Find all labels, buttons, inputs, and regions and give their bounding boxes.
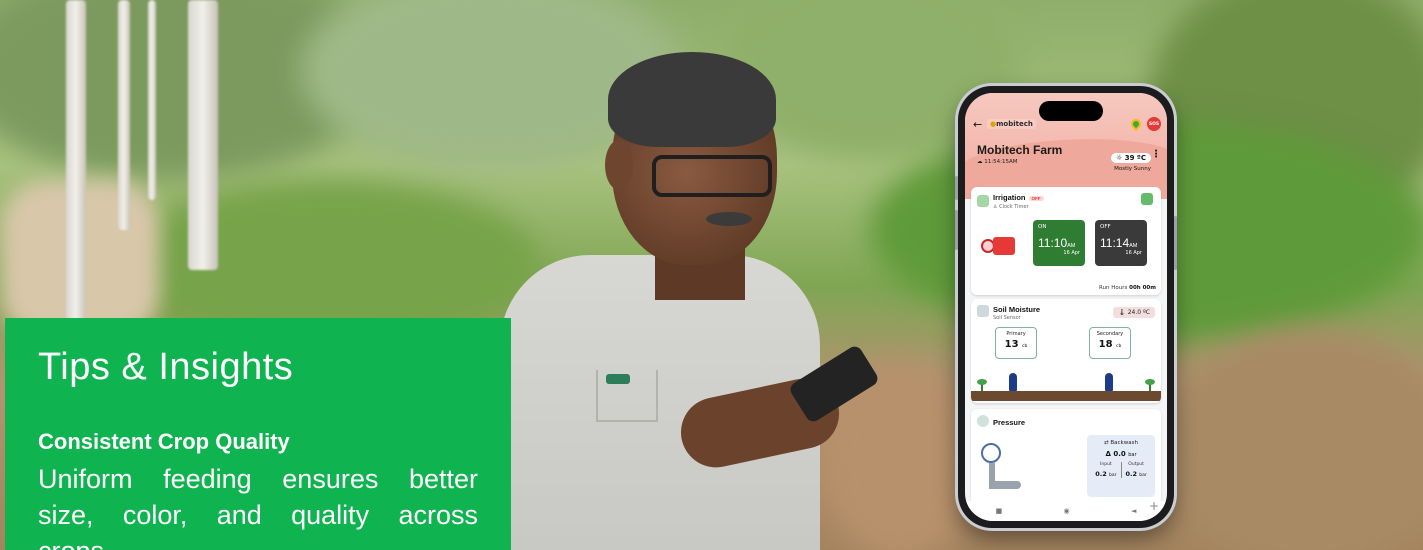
map-pin-icon[interactable]: [1128, 116, 1144, 132]
off-label: OFF: [1100, 224, 1111, 230]
farm-name: Mobitech Farm: [977, 143, 1063, 157]
dynamic-island: [1039, 101, 1103, 121]
app-screen: ← ●mobitech SOS Mobitech Farm ☁ 11:54:15…: [965, 93, 1167, 521]
tips-panel: Tips & Insights Consistent Crop Quality …: [5, 318, 511, 550]
on-label: ON: [1038, 224, 1047, 230]
soil-strip: [971, 391, 1161, 401]
thermometer-icon: 🌡: [1118, 309, 1126, 316]
off-time: 11:14: [1100, 236, 1130, 250]
secondary-value: 18: [1098, 339, 1113, 350]
pressure-icon: [977, 415, 989, 427]
irrigation-title: Irrigation: [993, 193, 1026, 202]
off-timer-box[interactable]: OFF 11:14AM 16 Apr: [1095, 220, 1147, 266]
run-hours: Run Hours 00h 00m: [1098, 285, 1156, 291]
on-date: 16 Apr: [1063, 250, 1080, 256]
add-icon[interactable]: +: [1149, 499, 1159, 513]
android-nav-bar: ■ ◉ ◄: [965, 501, 1167, 521]
irrigation-icon: [977, 195, 989, 207]
weather-description: Mostly Sunny: [1114, 166, 1151, 172]
tips-body: Uniform feeding ensures better size, col…: [38, 464, 478, 550]
primary-unit: cb: [1022, 344, 1028, 349]
on-ampm: AM: [1067, 243, 1076, 249]
soil-title: Soil Moisture: [993, 305, 1041, 314]
irrigation-status-badge: OFF: [1028, 195, 1044, 201]
soil-moisture-card[interactable]: Soil Moisture Soil Sensor 🌡 24.0 ºC Prim…: [971, 299, 1161, 403]
backwash-panel[interactable]: ⇄ Backwash Δ 0.0 bar Input 0.2 bar Outpu…: [1087, 435, 1155, 497]
primary-value: 13: [1004, 339, 1019, 350]
output-value: 0.2: [1125, 470, 1138, 478]
delta-icon: Δ: [1105, 450, 1111, 458]
input-value: 0.2: [1095, 470, 1107, 478]
off-ampm: AM: [1129, 243, 1138, 249]
phone-mockup: ← ●mobitech SOS Mobitech Farm ☁ 11:54:15…: [955, 86, 1177, 528]
on-timer-box[interactable]: ON 11:10AM 16 Apr: [1033, 220, 1085, 266]
tips-title: Tips & Insights: [38, 346, 294, 388]
pressure-title: Pressure: [993, 418, 1026, 427]
back-nav-icon[interactable]: ◄: [1131, 507, 1136, 515]
home-icon[interactable]: ◉: [1064, 507, 1070, 515]
soil-sensor-icon: [977, 305, 989, 317]
soil-subtitle: Soil Sensor: [993, 315, 1021, 321]
on-time: 11:10: [1038, 236, 1068, 250]
sprinkler-icon: [1105, 373, 1113, 391]
more-menu-icon[interactable]: ⋮: [1151, 149, 1161, 160]
off-date: 16 Apr: [1125, 250, 1142, 256]
sos-button[interactable]: SOS: [1147, 117, 1161, 131]
weather-widget: ☼ 39 ºC Mostly Sunny: [1095, 145, 1151, 172]
sprinkler-icon: [1009, 373, 1017, 391]
primary-label: Primary: [1006, 331, 1026, 337]
pressure-card[interactable]: Pressure ⇄ Backwash Δ 0.0 bar Input 0.2 …: [971, 409, 1161, 505]
irrigation-mode: Clock Timer: [999, 204, 1029, 210]
input-label: Input: [1100, 462, 1112, 467]
plant-icon: [1145, 379, 1155, 391]
backwash-icon: ⇄: [1104, 440, 1109, 446]
tips-subtitle: Consistent Crop Quality: [38, 429, 290, 454]
cloud-icon: ☁: [977, 159, 983, 165]
soil-temp-chip: 🌡 24.0 ºC: [1113, 307, 1155, 318]
back-arrow-icon[interactable]: ←: [973, 118, 987, 131]
plant-icon: [977, 379, 987, 391]
mobitech-logo: ●mobitech: [987, 119, 1036, 129]
recents-icon[interactable]: ■: [996, 507, 1003, 515]
output-label: Output: [1128, 462, 1144, 467]
weather-icon: ☼: [1116, 154, 1123, 162]
farm-time: ☁ 11:54:15AM: [977, 159, 1018, 165]
secondary-sensor[interactable]: Secondary 18 cb: [1089, 327, 1131, 359]
secondary-unit: cb: [1116, 344, 1122, 349]
pressure-gauge-icon: [981, 443, 1001, 463]
pump-icon: [981, 233, 1017, 257]
irrigation-card[interactable]: Irrigation OFF ♙ Clock Timer ON 11:10AM 1…: [971, 187, 1161, 295]
user-icon: ♙: [993, 204, 998, 210]
schedule-icon[interactable]: [1141, 193, 1153, 205]
secondary-label: Secondary: [1096, 331, 1124, 337]
primary-sensor[interactable]: Primary 13 cb: [995, 327, 1037, 359]
